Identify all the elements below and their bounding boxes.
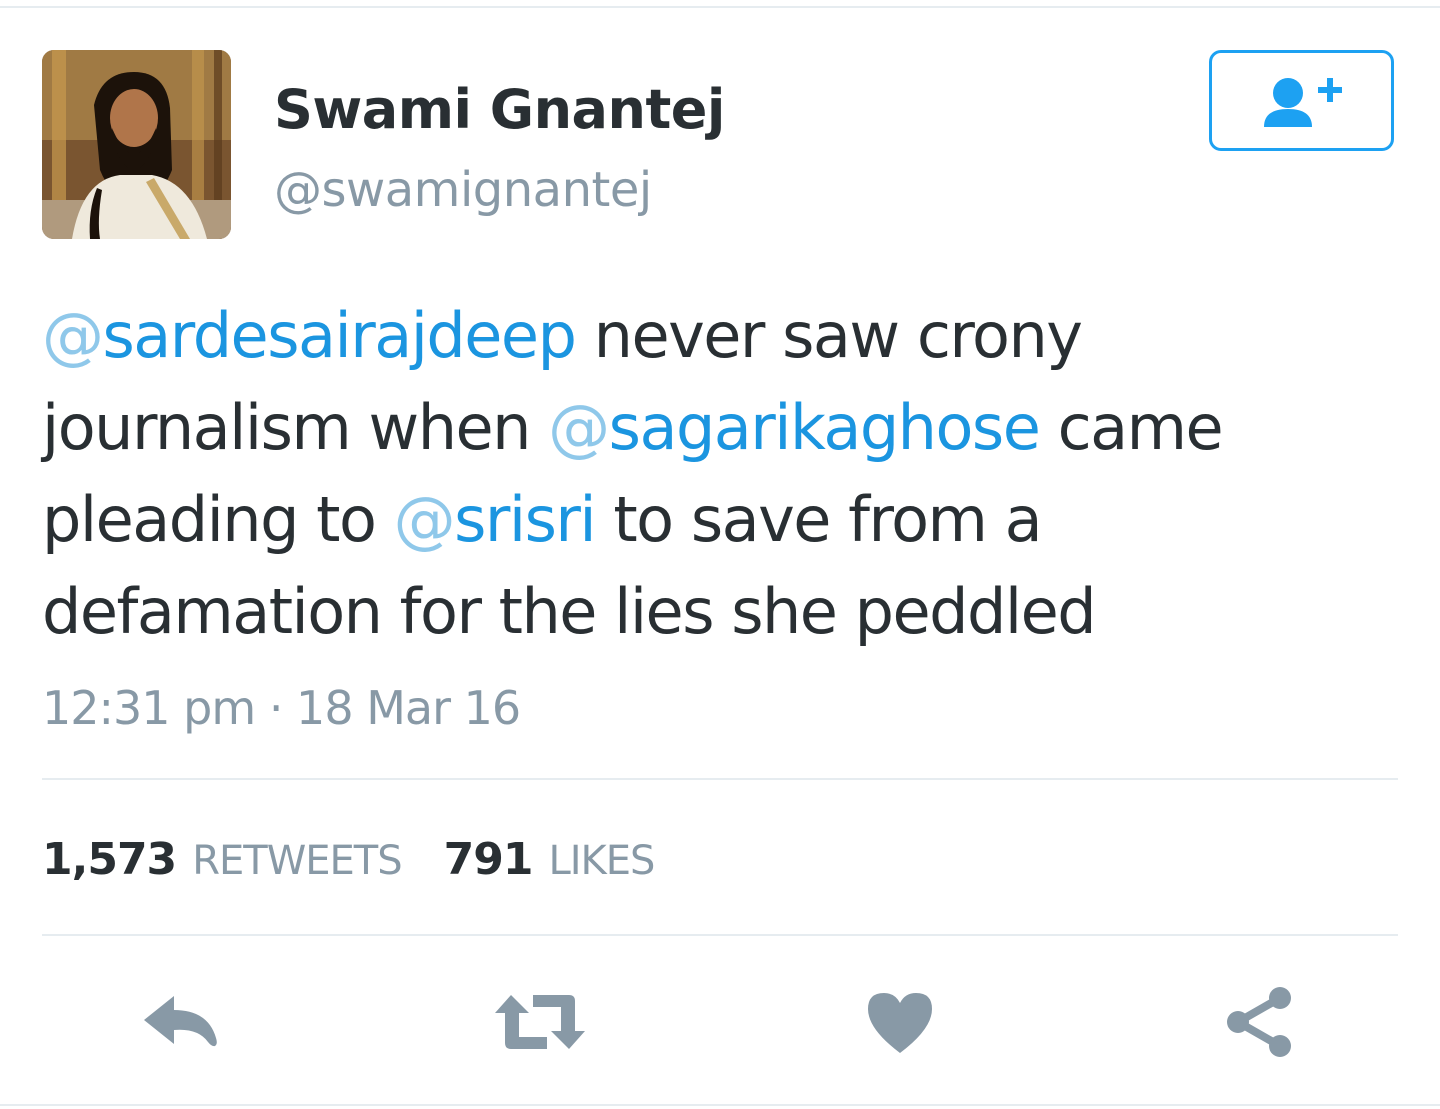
like-button[interactable]: [850, 980, 950, 1064]
follow-button[interactable]: [1209, 50, 1394, 151]
mention-username: srisri: [454, 483, 597, 556]
mention-at-symbol: @: [42, 299, 104, 372]
mention-at-symbol: @: [393, 483, 456, 556]
share-button[interactable]: [1210, 980, 1310, 1064]
tweet-stats: 1,573 RETWEETS 791 LIKES: [42, 834, 696, 890]
mention-sardesairajdeep[interactable]: @sardesairajdeep: [42, 299, 577, 372]
mention-srisri[interactable]: @srisri: [393, 483, 597, 556]
profile-photo: [42, 50, 231, 239]
mention-username: sagarikaghose: [608, 391, 1041, 464]
retweets-stat[interactable]: 1,573 RETWEETS: [42, 834, 403, 885]
retweets-label: RETWEETS: [192, 838, 402, 884]
likes-label: LIKES: [548, 838, 655, 884]
author-handle[interactable]: @swamignantej: [274, 158, 652, 222]
avatar[interactable]: [42, 50, 231, 239]
share-icon: [1227, 987, 1291, 1057]
tweet-timestamp[interactable]: 12:31 pm · 18 Mar 16: [42, 680, 521, 736]
retweet-icon: [495, 995, 585, 1049]
mention-username: sardesairajdeep: [102, 299, 577, 372]
reply-icon: [144, 996, 217, 1047]
likes-stat[interactable]: 791 LIKES: [443, 834, 656, 885]
divider: [42, 934, 1398, 936]
mention-at-symbol: @: [548, 391, 610, 464]
top-divider: [0, 6, 1440, 8]
tweet-text: @sardesairajdeep never saw crony journal…: [42, 290, 1342, 658]
heart-icon: [868, 993, 932, 1053]
retweets-count: 1,573: [42, 834, 177, 885]
mention-sagarikaghose[interactable]: @sagarikaghose: [548, 391, 1041, 464]
follow-user-plus-icon: [1263, 77, 1342, 127]
divider: [42, 778, 1398, 780]
bottom-divider: [0, 1104, 1440, 1106]
reply-button[interactable]: [130, 980, 230, 1064]
retweet-button[interactable]: [490, 980, 590, 1064]
likes-count: 791: [443, 834, 534, 885]
author-name[interactable]: Swami Gnantej: [274, 78, 725, 142]
